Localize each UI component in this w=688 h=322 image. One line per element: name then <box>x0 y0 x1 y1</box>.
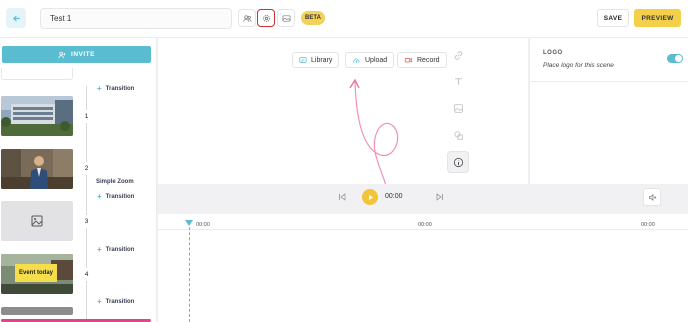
event-today-overlay: Event today <box>15 264 57 282</box>
logo-toggle[interactable] <box>667 54 683 63</box>
add-transition-button[interactable]: + Transition <box>97 192 134 201</box>
info-icon <box>453 157 463 167</box>
link-icon <box>454 50 462 60</box>
user-plus-icon <box>58 51 66 58</box>
back-button[interactable] <box>6 8 26 28</box>
add-transition-button[interactable]: + Transition <box>97 245 134 254</box>
library-button[interactable]: Library <box>292 52 340 68</box>
info-tool[interactable] <box>447 151 469 173</box>
plus-icon: + <box>97 297 102 306</box>
logo-setting-title: LOGO <box>543 50 563 56</box>
transition-label: Transition <box>105 246 135 253</box>
skip-forward-button[interactable] <box>434 191 446 203</box>
save-button[interactable]: SAVE <box>597 9 629 27</box>
library-label: Library <box>311 56 333 64</box>
volume-mute-icon <box>648 193 656 201</box>
timeline-tick: 00:00 <box>418 222 432 228</box>
project-title-input[interactable] <box>40 8 232 29</box>
player-controls: 00:00 <box>158 184 688 214</box>
scenes-panel: INVITE + Transition 1 Simple Zoom 2 + Tr… <box>0 38 157 322</box>
scene-settings-panel: LOGO Place logo for this scene <box>529 38 688 184</box>
invite-label: INVITE <box>71 51 95 58</box>
text-icon <box>454 77 462 85</box>
record-button[interactable]: Record <box>397 52 447 68</box>
transition-label: Transition <box>105 193 135 200</box>
office-building-image <box>1 96 73 136</box>
shapes-icon <box>453 130 463 140</box>
scene-canvas[interactable]: Library Upload Record <box>158 38 528 186</box>
top-bar: BETA SAVE PREVIEW <box>0 0 688 38</box>
scene-number-4: 4 <box>80 268 93 281</box>
shapes-tool[interactable] <box>447 124 469 146</box>
scene-thumbnail-1[interactable] <box>1 96 73 136</box>
video-camera-icon <box>404 57 413 63</box>
timeline-ruler: 00:00 00:00 00:00 <box>158 214 688 230</box>
skip-back-button[interactable] <box>336 191 348 203</box>
hint-arrow-icon <box>349 78 399 186</box>
add-transition-button[interactable]: + Transition <box>97 297 134 306</box>
cloud-upload-icon <box>353 58 360 64</box>
media-icon <box>282 14 290 22</box>
text-tool[interactable] <box>447 70 469 92</box>
timeline-tick: 00:00 <box>641 222 655 228</box>
media-settings-button[interactable] <box>277 9 295 27</box>
library-icon <box>299 57 307 63</box>
current-time: 00:00 <box>385 193 403 200</box>
skip-forward-icon <box>436 193 443 201</box>
scene-number-3: 3 <box>80 215 93 228</box>
transition-label: Transition <box>105 298 135 305</box>
scene-thumbnail-3[interactable] <box>1 201 73 241</box>
upload-label: Upload <box>365 56 388 64</box>
logo-setting-description: Place logo for this scene <box>543 62 614 69</box>
plus-icon: + <box>97 192 102 201</box>
transition-label: Transition <box>105 85 135 92</box>
preview-button[interactable]: PREVIEW <box>634 9 681 27</box>
play-button[interactable] <box>362 189 378 205</box>
man-portrait-image <box>1 149 73 189</box>
scene-thumbnail-partial[interactable] <box>1 307 73 315</box>
scene-number-2: 2 <box>80 162 93 175</box>
image-tool[interactable] <box>447 97 469 119</box>
scene-thumbnail-partial[interactable] <box>1 68 73 80</box>
arrow-left-icon <box>12 15 20 21</box>
scene-thumbnail-2[interactable] <box>1 149 73 189</box>
plus-icon: + <box>97 84 102 93</box>
image-icon <box>453 103 463 113</box>
playhead[interactable] <box>189 222 190 322</box>
users-icon <box>242 14 251 22</box>
gear-icon <box>262 14 270 22</box>
upload-button[interactable]: Upload <box>345 52 395 68</box>
timeline[interactable]: 00:00 00:00 00:00 <box>158 214 688 322</box>
scene-number-1: 1 <box>80 110 93 123</box>
scene-thumbnail-4[interactable]: Event today <box>1 254 73 294</box>
beta-badge: BETA <box>301 11 325 25</box>
collaborators-button[interactable] <box>238 9 256 27</box>
skip-back-icon <box>339 193 346 201</box>
settings-button[interactable] <box>257 9 275 27</box>
play-icon <box>368 194 373 200</box>
add-transition-button[interactable]: + Transition <box>97 84 134 93</box>
mute-button[interactable] <box>643 188 661 206</box>
record-label: Record <box>417 56 440 64</box>
divider <box>530 81 688 82</box>
link-tool[interactable] <box>447 44 469 66</box>
plus-icon: + <box>97 245 102 254</box>
image-placeholder-icon <box>31 215 43 227</box>
timeline-tick: 00:00 <box>196 222 210 228</box>
invite-button[interactable]: INVITE <box>2 46 151 63</box>
simple-zoom-label[interactable]: Simple Zoom <box>96 179 134 185</box>
